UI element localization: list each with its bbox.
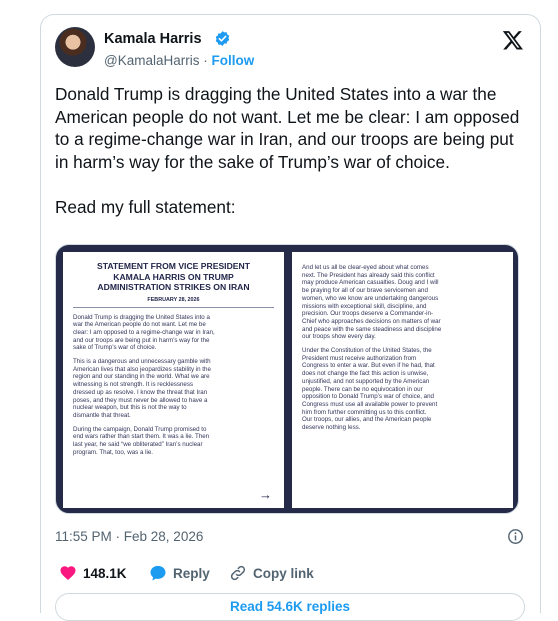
statement-paragraph: And let us all be clear-eyed about what … [302,264,442,341]
statement-image[interactable]: STATEMENT FROM VICE PRESIDENT KAMALA HAR… [55,244,519,514]
statement-date: FEBRUARY 28, 2026 [147,296,200,303]
tweet-card: Kamala Harris @KamalaHarris · Follow Don… [40,14,541,621]
statement-title: STATEMENT FROM VICE PRESIDENT KAMALA HAR… [97,261,250,292]
author-handle[interactable]: @KamalaHarris [104,53,199,68]
statement-paragraph: Under the Constitution of the United Sta… [302,347,438,432]
reply-button[interactable]: Reply [149,564,210,582]
info-icon[interactable] [507,528,524,545]
copy-link-button[interactable]: Copy link [229,564,314,582]
divider [73,306,274,308]
avatar[interactable] [55,27,95,67]
statement-paragraph: This is a dangerous and unnecessary gamb… [73,358,211,419]
reply-label: Reply [173,565,210,581]
like-count: 148.1K [83,565,127,581]
statement-page-right: And let us all be clear-eyed about what … [292,252,513,508]
handle-row: @KamalaHarris · Follow [104,53,254,68]
read-replies-button[interactable]: Read 54.6K replies [55,593,525,621]
reply-bubble-icon [150,565,166,581]
statement-paragraph: Donald Trump is dragging the United Stat… [73,313,215,352]
timestamp[interactable]: 11:55 PM · Feb 28, 2026 [55,529,203,544]
follow-button[interactable]: Follow [212,53,255,68]
statement-paragraph: During the campaign, Donald Trump promis… [73,425,210,456]
author-name[interactable]: Kamala Harris [104,31,202,47]
separator-dot: · [203,53,208,68]
like-button[interactable]: 148.1K [59,564,127,582]
action-bar: 148.1K Reply Copy link [55,562,525,584]
copy-link-label: Copy link [253,565,314,581]
heart-icon [60,566,76,580]
tweet-text: Donald Trump is dragging the United Stat… [55,84,520,217]
verified-badge-icon [215,31,230,46]
x-logo-icon[interactable] [502,29,524,51]
link-icon [230,565,246,581]
statement-page-left: STATEMENT FROM VICE PRESIDENT KAMALA HAR… [63,252,284,508]
next-arrow-icon: → [259,487,272,502]
